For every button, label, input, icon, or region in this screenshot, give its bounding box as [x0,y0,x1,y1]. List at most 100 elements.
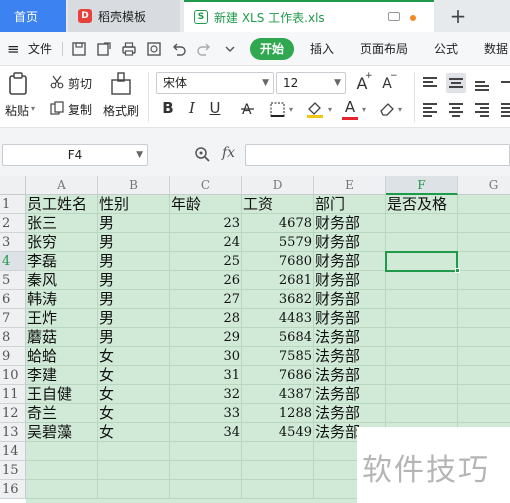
cell-c3[interactable]: 24 [170,233,242,252]
print-icon[interactable] [121,41,137,57]
align-more-icon[interactable] [498,73,510,93]
cell-b6[interactable]: 男 [98,290,170,309]
name-box[interactable]: F4 ▼ [2,144,148,166]
cell-a13[interactable]: 吴碧藻 [26,423,98,442]
row-header-16[interactable]: 16 [0,480,26,499]
row-header-9[interactable]: 9 [0,347,26,366]
align-top-icon[interactable] [420,73,440,93]
cell-a9[interactable]: 蛤蛤 [26,347,98,366]
cell-g6[interactable] [458,290,510,309]
cell-f5[interactable] [386,271,458,290]
cell-d2[interactable]: 4678 [242,214,314,233]
cell-e7[interactable]: 财务部 [314,309,386,328]
cell-b8[interactable]: 男 [98,328,170,347]
cell-g5[interactable] [458,271,510,290]
row-header-12[interactable]: 12 [0,404,26,423]
paste-button[interactable]: 粘贴 [5,102,29,119]
row-header-4[interactable]: 4 [0,252,26,271]
cell-a3[interactable]: 张穷 [26,233,98,252]
cell-g1[interactable] [458,195,510,214]
cell-c15[interactable] [170,461,242,480]
cell-b4[interactable]: 男 [98,252,170,271]
cell-b7[interactable]: 男 [98,309,170,328]
chevron-down-icon[interactable]: ▾ [289,105,293,114]
active-cell-outline[interactable] [385,251,458,272]
cell-d14[interactable] [242,442,314,461]
font-size-select[interactable]: 12 ▼ [276,72,346,94]
underline-button[interactable]: U [206,99,224,117]
cell-b16[interactable] [98,480,170,499]
cell-a2[interactable]: 张三 [26,214,98,233]
monitor-icon[interactable] [388,12,400,21]
tab-template[interactable]: D 稻壳模板 [68,0,180,32]
column-header-e[interactable]: E [314,176,386,195]
cell-g7[interactable] [458,309,510,328]
menu-insert[interactable]: 插入 [310,32,334,66]
paste-icon[interactable] [8,72,30,96]
cell-f3[interactable] [386,233,458,252]
insert-function-button[interactable]: fx [222,145,235,161]
cell-d1[interactable]: 工资 [242,195,314,214]
row-header-13[interactable]: 13 [0,423,26,442]
cell-a15[interactable] [26,461,98,480]
formula-input[interactable] [245,144,510,166]
cell-f2[interactable] [386,214,458,233]
row-header-15[interactable]: 15 [0,461,26,480]
cell-a5[interactable]: 秦风 [26,271,98,290]
cell-f11[interactable] [386,385,458,404]
cell-e1[interactable]: 部门 [314,195,386,214]
cell-c11[interactable]: 32 [170,385,242,404]
chevron-down-icon[interactable]: ▾ [328,105,332,114]
align-left-icon[interactable] [420,99,440,119]
eraser-icon[interactable] [378,101,396,117]
cell-f7[interactable] [386,309,458,328]
cell-a11[interactable]: 王自健 [26,385,98,404]
align-right-icon[interactable] [472,99,492,119]
cell-c1[interactable]: 年龄 [170,195,242,214]
menu-formula[interactable]: 公式 [434,32,458,66]
cell-e11[interactable]: 法务部 [314,385,386,404]
cell-a8[interactable]: 蘑菇 [26,328,98,347]
cell-c12[interactable]: 33 [170,404,242,423]
menu-start[interactable]: 开始 [250,38,294,60]
cell-e8[interactable]: 法务部 [314,328,386,347]
chevron-down-icon[interactable]: ▾ [398,105,402,114]
cell-c8[interactable]: 29 [170,328,242,347]
cell-b12[interactable]: 女 [98,404,170,423]
bold-button[interactable]: B [159,99,177,117]
cell-e4[interactable]: 财务部 [314,252,386,271]
strikethrough-icon[interactable]: A [240,101,258,117]
customize-dropdown-icon[interactable] [222,41,238,57]
cell-g3[interactable] [458,233,510,252]
column-header-f[interactable]: F [386,176,458,195]
cell-d10[interactable]: 7686 [242,366,314,385]
cell-g10[interactable] [458,366,510,385]
cell-f12[interactable] [386,404,458,423]
cell-c13[interactable]: 34 [170,423,242,442]
column-header-a[interactable]: A [26,176,98,195]
cell-f6[interactable] [386,290,458,309]
cell-f1[interactable]: 是否及格 [386,195,458,214]
cell-c16[interactable] [170,480,242,499]
export-icon[interactable] [96,41,112,57]
cell-b9[interactable]: 女 [98,347,170,366]
align-middle-icon[interactable] [446,73,466,93]
cell-d6[interactable]: 3682 [242,290,314,309]
row-header-14[interactable]: 14 [0,442,26,461]
cell-a14[interactable] [26,442,98,461]
cell-a1[interactable]: 员工姓名 [26,195,98,214]
save-icon[interactable] [71,41,87,57]
cell-g4[interactable] [458,252,510,271]
menu-data[interactable]: 数据 [484,32,508,66]
copy-button[interactable]: 复制 [68,101,92,118]
cell-g2[interactable] [458,214,510,233]
cell-b13[interactable]: 女 [98,423,170,442]
cell-e6[interactable]: 财务部 [314,290,386,309]
cell-d13[interactable]: 4549 [242,423,314,442]
undo-icon[interactable] [171,41,187,57]
align-bottom-icon[interactable] [472,73,492,93]
cell-f10[interactable] [386,366,458,385]
font-name-select[interactable]: 宋体 ▼ [156,72,274,94]
row-header-11[interactable]: 11 [0,385,26,404]
fill-handle[interactable] [455,268,460,273]
